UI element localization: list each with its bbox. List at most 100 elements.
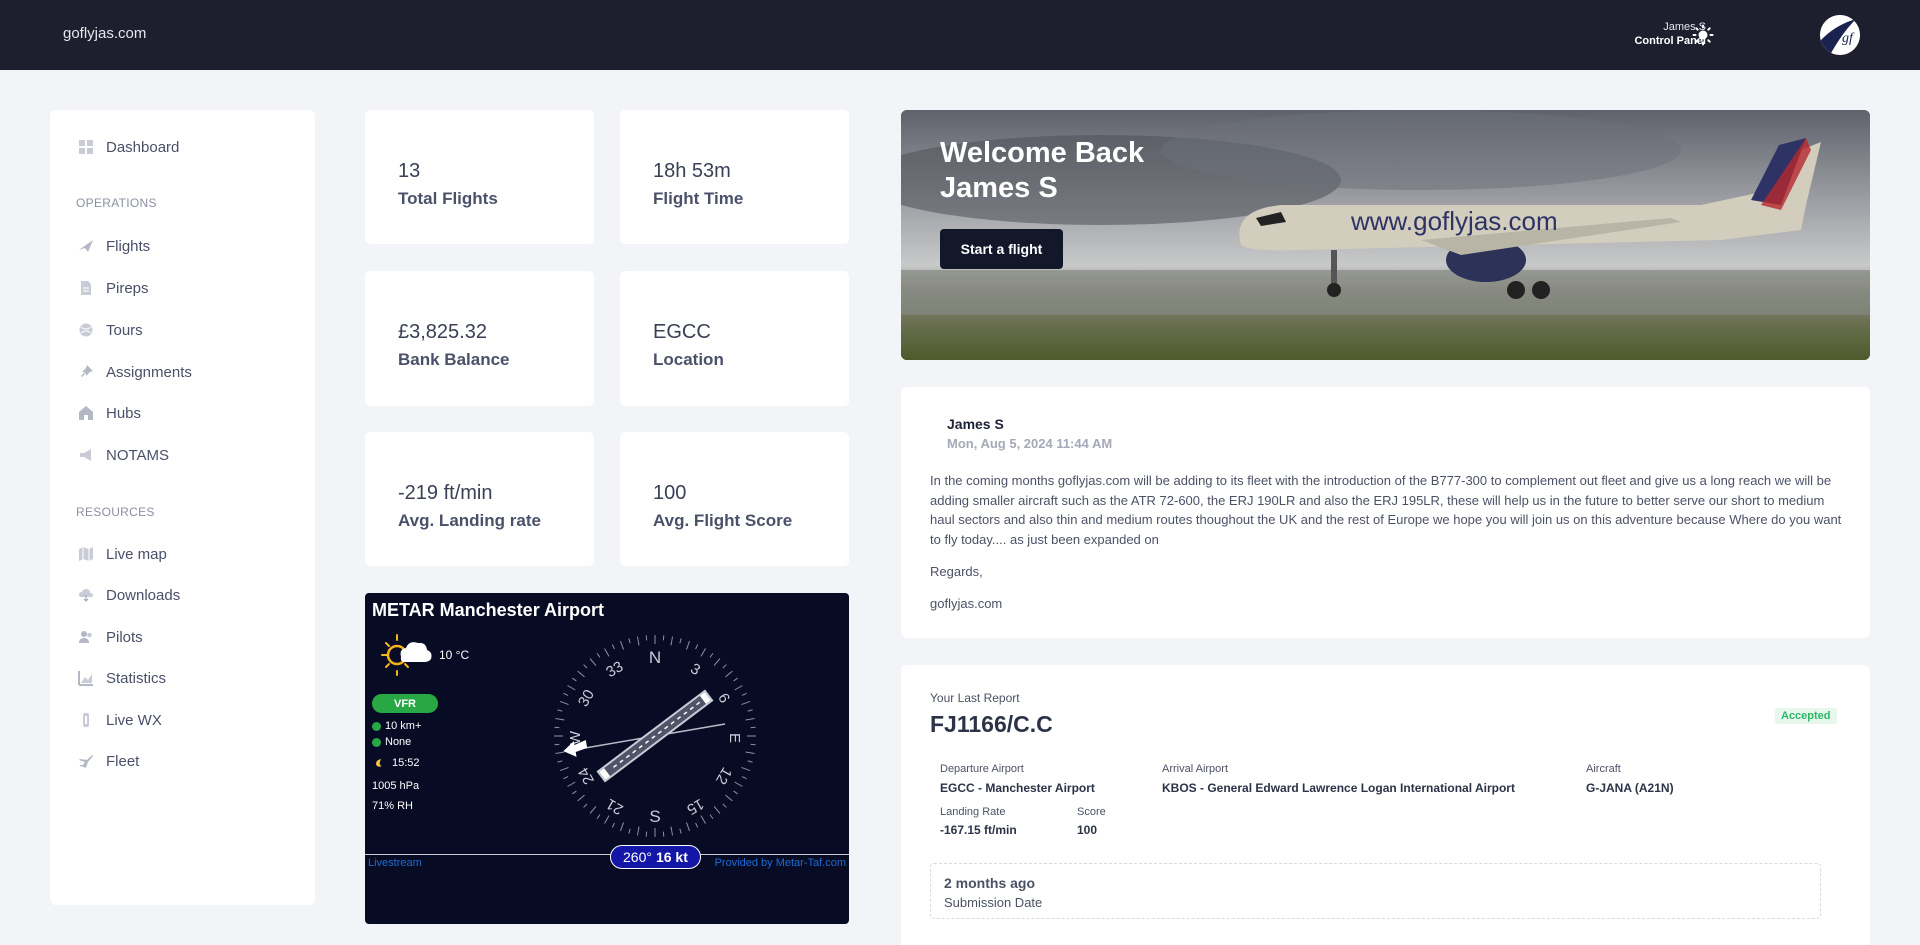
document-icon xyxy=(81,281,91,295)
sidebar-item-hubs[interactable]: Hubs xyxy=(78,401,141,425)
sidebar-item-pilots[interactable]: Pilots xyxy=(78,625,143,649)
sidebar-item-label: Pilots xyxy=(106,628,143,646)
compass-label-33: 33 xyxy=(603,658,626,681)
compass-tick xyxy=(611,644,615,650)
sidebar-item-statistics[interactable]: Statistics xyxy=(78,666,166,690)
avatar[interactable]: gf xyxy=(1820,15,1860,55)
news-author: James S xyxy=(947,416,1004,432)
moon-icon xyxy=(376,759,382,767)
cloud-download-icon xyxy=(79,589,93,602)
top-navbar: goflyjas.com James S Control Panel gf xyxy=(0,0,1920,70)
aircraft-value: G-JANA (A21N) xyxy=(1586,781,1674,795)
compass-label-n: N xyxy=(649,648,661,667)
stat-card-flight-score: 100 Avg. Flight Score xyxy=(620,432,849,566)
compass-tick xyxy=(734,781,743,787)
compass-tick xyxy=(741,692,747,696)
last-report-card[interactable]: Your Last Report FJ1166/C.C Accepted Dep… xyxy=(901,665,1870,945)
stat-value: 18h 53m xyxy=(653,160,731,182)
compass-tick xyxy=(563,776,569,780)
runway-icon xyxy=(596,689,714,783)
compass-tick xyxy=(713,658,721,666)
sidebar-item-label: Downloads xyxy=(106,586,181,604)
report-flight-number[interactable]: FJ1166/C.C xyxy=(930,711,1053,738)
compass-tick xyxy=(557,760,563,763)
compass-tick xyxy=(745,717,755,721)
report-kicker: Your Last Report xyxy=(930,691,1020,705)
sidebar-item-tours[interactable]: Tours xyxy=(78,318,143,342)
score-value: 100 xyxy=(1077,823,1098,837)
metar-widget[interactable]: METAR Manchester Airport 10 °C VFR 10 km… xyxy=(365,593,849,924)
compass-tick xyxy=(709,814,714,820)
compass-tick xyxy=(567,781,576,787)
aircraft-label: Aircraft xyxy=(1586,763,1621,775)
sidebar-item-label: Assignments xyxy=(106,363,192,381)
metar-pressure: 1005 hPa xyxy=(372,780,420,792)
sidebar-item-downloads[interactable]: Downloads xyxy=(78,583,180,607)
sidebar-item-label: NOTAMS xyxy=(106,446,170,464)
users-icon xyxy=(79,631,92,643)
sidebar-item-label: Fleet xyxy=(106,752,140,770)
sidebar-item-label: Live map xyxy=(106,545,167,563)
compass-tick xyxy=(722,803,727,808)
sidebar-item-live-wx[interactable]: Live WX xyxy=(78,708,162,732)
stat-value: £3,825.32 xyxy=(398,321,487,343)
metar-humidity: 71% RH xyxy=(372,800,413,812)
user-menu[interactable]: James S Control Panel xyxy=(1634,20,1706,49)
sidebar-item-label: Pireps xyxy=(106,279,149,297)
control-panel-link[interactable]: Control Panel xyxy=(1634,34,1706,49)
chart-icon xyxy=(78,671,93,686)
welcome-banner: www.goflyjas.com Welcome Back James S St… xyxy=(901,110,1870,360)
sidebar-item-notams[interactable]: NOTAMS xyxy=(78,443,169,467)
sidebar-item-label: Hubs xyxy=(106,404,142,422)
stat-label: Avg. Landing rate xyxy=(398,511,541,530)
compass-tick xyxy=(636,636,640,646)
compass-tick xyxy=(611,822,615,828)
compass-tick xyxy=(700,648,706,657)
sidebar-item-flights[interactable]: Flights xyxy=(78,234,150,258)
stat-value: 100 xyxy=(653,482,687,504)
status-dot-icon xyxy=(372,721,381,731)
livestream-link[interactable]: Livestream xyxy=(368,857,422,869)
metar-provider-link[interactable]: Provided by Metar-Taf.com xyxy=(715,857,846,869)
compass-tick xyxy=(733,677,739,682)
megaphone-icon xyxy=(80,449,91,461)
flight-rule-badge: VFR xyxy=(372,694,438,713)
compass-tick xyxy=(741,776,747,780)
compass-tick xyxy=(709,652,714,658)
submission-label: Submission Date xyxy=(944,895,1043,910)
section-label-resources: RESOURCES xyxy=(76,505,155,519)
sidebar-item-label: Flights xyxy=(106,237,151,255)
compass-tick xyxy=(557,709,563,712)
partly-cloudy-icon xyxy=(381,634,432,676)
landing-rate-value: -167.15 ft/min xyxy=(940,823,1017,837)
score-label: Score xyxy=(1077,806,1106,818)
arrival-label: Arrival Airport xyxy=(1162,763,1229,775)
compass-tick xyxy=(695,644,699,650)
compass-tick xyxy=(604,815,610,824)
compass-tick xyxy=(596,652,601,658)
status-badge: Accepted xyxy=(1775,708,1837,724)
start-flight-button[interactable]: Start a flight xyxy=(940,229,1063,269)
news-date: Mon, Aug 5, 2024 11:44 AM xyxy=(947,436,1113,451)
stat-label: Flight Time xyxy=(653,189,744,208)
pin-icon xyxy=(81,365,93,377)
submission-time: 2 months ago xyxy=(944,875,1036,891)
brand-logo-text[interactable]: goflyjas.com xyxy=(63,25,146,42)
compass-tick xyxy=(741,766,751,772)
stat-card-bank-balance: £3,825.32 Bank Balance xyxy=(365,271,594,406)
stat-label: Total Flights xyxy=(398,189,498,208)
metar-title: METAR Manchester Airport xyxy=(372,600,605,620)
compass-label-24: 24 xyxy=(575,764,598,787)
stat-label: Location xyxy=(653,350,724,369)
sidebar-item-fleet[interactable]: Fleet xyxy=(78,749,139,773)
stat-label: Bank Balance xyxy=(398,350,510,369)
sidebar-item-pireps[interactable]: Pireps xyxy=(78,276,149,300)
sidebar-item-live-map[interactable]: Live map xyxy=(78,542,167,566)
sidebar-item-dashboard[interactable]: Dashboard xyxy=(78,135,179,159)
compass-tick xyxy=(679,638,682,644)
sidebar-item-label: Live WX xyxy=(106,711,162,729)
stat-card-flight-time: 18h 53m Flight Time xyxy=(620,110,849,244)
sidebar-item-assignments[interactable]: Assignments xyxy=(78,360,192,384)
compass-tick xyxy=(628,638,631,644)
compass-tick xyxy=(679,828,682,834)
